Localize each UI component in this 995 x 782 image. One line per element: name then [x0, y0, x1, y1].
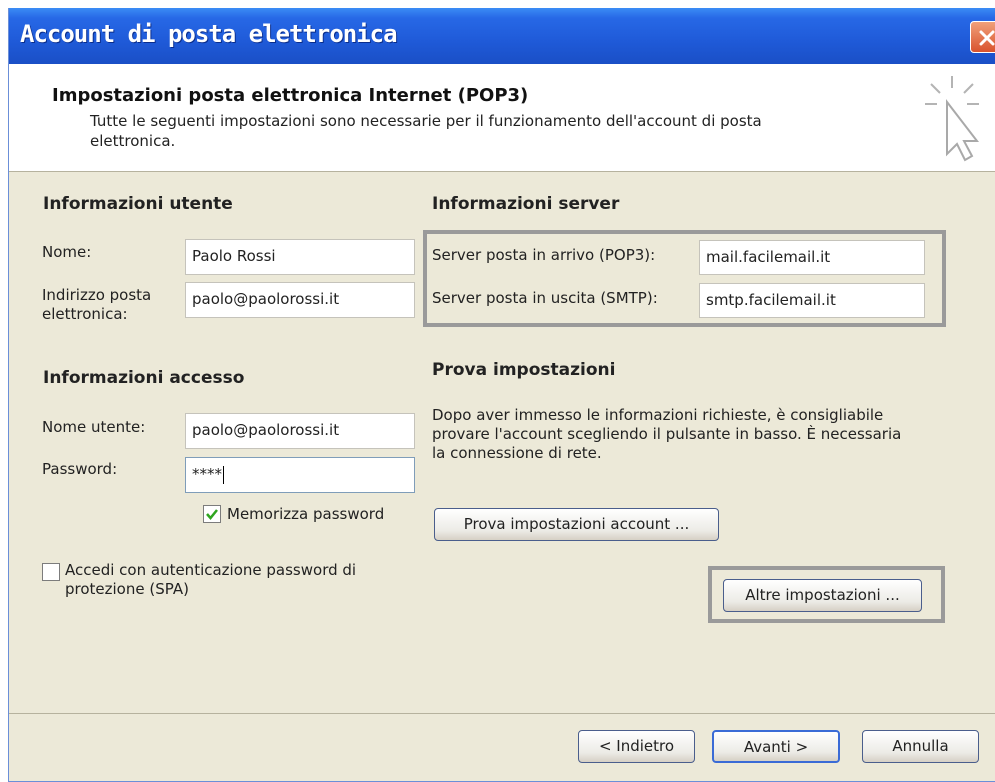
incoming-server-label: Server posta in arrivo (POP3): — [432, 246, 656, 264]
incoming-server-input[interactable]: mail.facilemail.it — [699, 240, 925, 275]
wizard-header: Impostazioni posta elettronica Internet … — [9, 64, 995, 172]
username-input[interactable]: paolo@paolorossi.it — [185, 413, 415, 449]
spa-label: Accedi con autenticazione password di pr… — [65, 561, 357, 598]
account-dialog: Account di posta elettronica Impostazion… — [8, 8, 995, 782]
remember-password-checkbox[interactable] — [203, 505, 221, 523]
password-label: Password: — [42, 460, 118, 478]
header-title: Impostazioni posta elettronica Internet … — [52, 85, 529, 106]
email-input[interactable]: paolo@paolorossi.it — [185, 282, 415, 318]
test-account-button[interactable]: Prova impostazioni account ... — [434, 508, 719, 541]
name-input[interactable]: Paolo Rossi — [185, 239, 415, 275]
window-title: Account di posta elettronica — [20, 20, 398, 48]
close-button[interactable] — [970, 21, 995, 53]
server-info-title: Informazioni server — [432, 194, 620, 214]
cancel-button[interactable]: Annulla — [862, 730, 979, 763]
password-value: **** — [192, 465, 222, 483]
checkmark-icon — [206, 509, 218, 520]
outgoing-server-label: Server posta in uscita (SMTP): — [432, 289, 658, 307]
email-label: Indirizzo posta elettronica: — [42, 286, 152, 323]
footer-divider — [9, 713, 995, 714]
username-label: Nome utente: — [42, 418, 146, 436]
title-bar[interactable]: Account di posta elettronica — [9, 8, 995, 64]
next-button[interactable]: Avanti > — [712, 730, 840, 763]
password-input[interactable]: **** — [185, 457, 415, 493]
remember-password-label: Memorizza password — [227, 505, 385, 523]
wizard-cursor-icon — [925, 76, 980, 162]
user-info-title: Informazioni utente — [43, 194, 233, 214]
more-settings-button[interactable]: Altre impostazioni ... — [723, 579, 922, 612]
logon-info-title: Informazioni accesso — [43, 368, 245, 388]
close-icon — [979, 30, 995, 46]
test-settings-description: Dopo aver immesso le informazioni richie… — [432, 406, 902, 462]
header-description: Tutte le seguenti impostazioni sono nece… — [90, 112, 762, 150]
text-cursor — [223, 465, 224, 484]
outgoing-server-input[interactable]: smtp.facilemail.it — [699, 283, 925, 318]
spa-checkbox[interactable] — [42, 563, 60, 581]
name-label: Nome: — [42, 243, 92, 261]
test-settings-title: Prova impostazioni — [432, 360, 616, 380]
back-button[interactable]: < Indietro — [578, 730, 695, 763]
